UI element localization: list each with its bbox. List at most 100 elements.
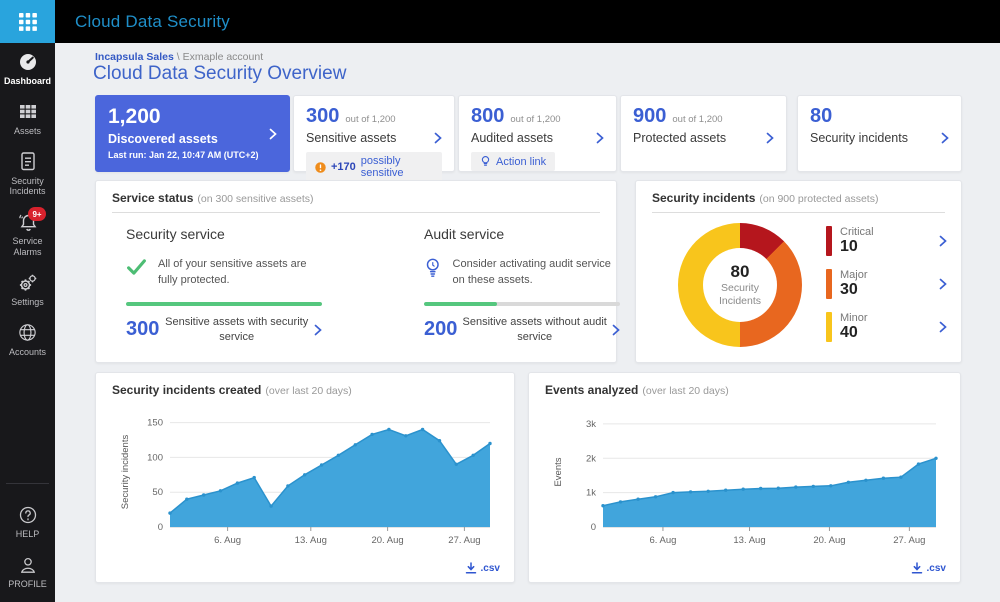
help-icon [1,504,54,526]
sidebar-item-label: Security Incidents [1,176,54,198]
events-chart-header: Events analyzed(over last 20 days) [545,383,944,397]
svg-text:50: 50 [152,487,163,498]
breadcrumb-separator: \ [177,51,180,63]
svg-text:13. Aug: 13. Aug [295,535,327,546]
card-discovered-assets[interactable]: 1,200 Discovered assets Last run: Jan 22… [95,95,290,172]
card-audited-assets[interactable]: 800 out of 1,200 Audited assets Action l… [458,95,617,172]
svg-text:150: 150 [147,418,163,429]
breadcrumb-current: Exmaple account [183,51,264,63]
sidebar-item-settings[interactable]: Settings [0,264,55,314]
legend-color-major [826,269,832,299]
audit-service-count: 200 [424,318,457,341]
audited-suffix: out of 1,200 [510,114,560,125]
chevron-right-icon[interactable] [766,132,774,144]
service-status-header: Service status(on 300 sensitive assets) [112,191,600,205]
discovered-last-run: Last run: Jan 22, 10:47 AM (UTC+2) [108,150,277,160]
donut-center: 80 Security Incidents [703,248,777,322]
profile-icon [1,554,54,576]
chip-text: possibly sensitive [361,155,433,179]
sidebar-divider [6,483,49,484]
protected-suffix: out of 1,200 [672,114,722,125]
svg-text:Events: Events [553,457,564,486]
main-content: Incapsula Sales \ Exmaple account Cloud … [55,43,1000,602]
incidents-total: 80 [731,262,750,282]
chevron-right-icon[interactable] [939,278,947,290]
chevron-right-icon[interactable] [314,324,322,336]
sidebar-item-security-incidents[interactable]: Security Incidents [0,143,55,204]
bulb-icon [424,257,442,279]
chevron-right-icon[interactable] [941,132,949,144]
security-service-count: 300 [126,318,159,341]
breadcrumb-account-link[interactable]: Incapsula Sales [95,51,174,63]
apps-grid-icon [18,12,38,32]
chevron-right-icon[interactable] [939,321,947,333]
svg-text:27. Aug: 27. Aug [448,535,480,546]
card-security-incidents[interactable]: 80 Security incidents [797,95,962,172]
sidebar-item-profile[interactable]: PROFILE [0,546,55,596]
audit-service-progress [424,302,620,306]
svg-text:27. Aug: 27. Aug [893,535,925,546]
chevron-right-icon[interactable] [596,132,604,144]
svg-text:2k: 2k [586,453,596,464]
sidebar: Dashboard Assets Security Incidents 9+ [0,43,55,602]
top-bar: Cloud Data Security [0,0,1000,43]
incidents-chart-panel: Security incidents created(over last 20 … [95,372,515,583]
sensitive-value: 300 [306,105,339,128]
breadcrumb: Incapsula Sales \ Exmaple account [95,51,263,63]
sidebar-item-accounts[interactable]: Accounts [0,314,55,364]
sensitive-label: Sensitive assets [306,131,396,145]
protected-value: 900 [633,105,666,128]
audited-label: Audited assets [471,131,553,145]
apps-grid-button[interactable] [0,0,55,43]
incidents-area-chart: 0501001506. Aug13. Aug20. Aug27. AugSecu… [112,407,498,557]
svg-text:13. Aug: 13. Aug [733,535,765,546]
legend-color-critical [826,226,832,256]
gauge-icon [1,51,54,73]
audited-value: 800 [471,105,504,128]
chevron-right-icon[interactable] [939,235,947,247]
chevron-right-icon[interactable] [269,128,277,140]
discovered-label: Discovered assets [108,132,277,146]
svg-text:0: 0 [158,522,163,533]
chip-text: Action link [496,156,546,168]
sidebar-item-assets[interactable]: Assets [0,93,55,143]
incidents-chart-header: Security incidents created(over last 20 … [112,383,498,397]
svg-text:6. Aug: 6. Aug [649,535,676,546]
download-csv-button[interactable]: .csv [465,562,500,574]
security-service-message: All of your sensitive assets are fully p… [158,257,322,289]
sidebar-item-label: Assets [1,126,54,137]
card-protected-assets[interactable]: 900 out of 1,200 Protected assets [620,95,787,172]
security-service-heading: Security service [126,226,322,242]
service-status-panel: Service status(on 300 sensitive assets) … [95,180,617,363]
chevron-right-icon[interactable] [434,132,442,144]
page-title: Cloud Data Security Overview [93,63,346,85]
alarm-bell-icon: 9+ [1,211,54,233]
gears-icon [1,272,54,294]
svg-text:Security incidents: Security incidents [120,435,131,510]
card-sensitive-assets[interactable]: 300 out of 1,200 Sensitive assets +170 p… [293,95,455,172]
chevron-right-icon[interactable] [612,324,620,336]
sidebar-footer: HELP PROFILE [0,483,55,596]
download-csv-button[interactable]: .csv [911,562,946,574]
action-link-chip[interactable]: Action link [471,152,555,171]
svg-text:20. Aug: 20. Aug [371,535,403,546]
sidebar-item-label: HELP [1,529,54,540]
download-icon [911,562,923,574]
sidebar-item-label: Accounts [1,347,54,358]
security-service-label: Sensitive assets with security service [159,315,314,345]
sidebar-item-service-alarms[interactable]: 9+ Service Alarms [0,203,55,264]
sidebar-item-label: PROFILE [1,579,54,590]
sidebar-item-label: Settings [1,297,54,308]
svg-text:0: 0 [591,522,596,533]
app-title: Cloud Data Security [75,0,230,43]
sidebar-item-help[interactable]: HELP [0,496,55,546]
incidents-donut-chart: 80 Security Incidents [678,223,802,347]
audit-service-label: Sensitive assets without audit service [457,315,612,345]
sidebar-item-label: Service Alarms [1,236,54,258]
security-service-progress [126,302,322,306]
svg-text:100: 100 [147,452,163,463]
sidebar-item-dashboard[interactable]: Dashboard [0,43,55,93]
chip-value: +170 [331,161,356,173]
possibly-sensitive-chip[interactable]: +170 possibly sensitive [306,152,442,182]
incidents-legend: Critical 10 Major 30 Minor [826,226,951,355]
